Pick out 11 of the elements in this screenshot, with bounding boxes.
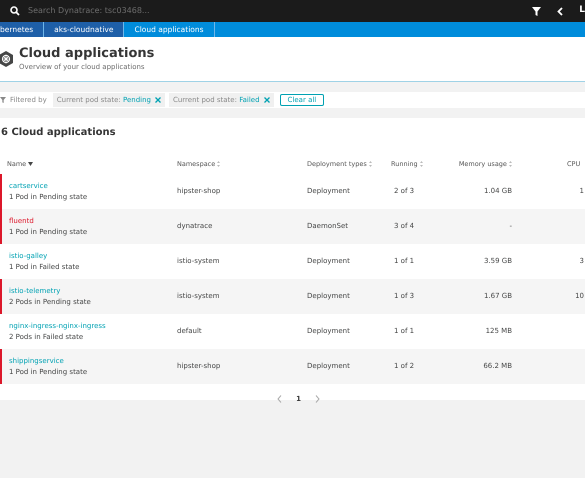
filter-icon[interactable]: [532, 6, 542, 16]
close-icon[interactable]: [264, 97, 270, 103]
user-initial[interactable]: L: [579, 4, 585, 18]
page-title: Cloud applications: [19, 46, 154, 62]
search-icon: [10, 6, 20, 16]
table-title: 6 Cloud applications: [0, 126, 117, 140]
back-icon[interactable]: [557, 6, 564, 16]
close-icon[interactable]: [154, 97, 161, 103]
chevron-left-icon[interactable]: [277, 395, 282, 404]
filter-icon: [0, 97, 6, 103]
chevron-right-icon[interactable]: [314, 395, 320, 404]
